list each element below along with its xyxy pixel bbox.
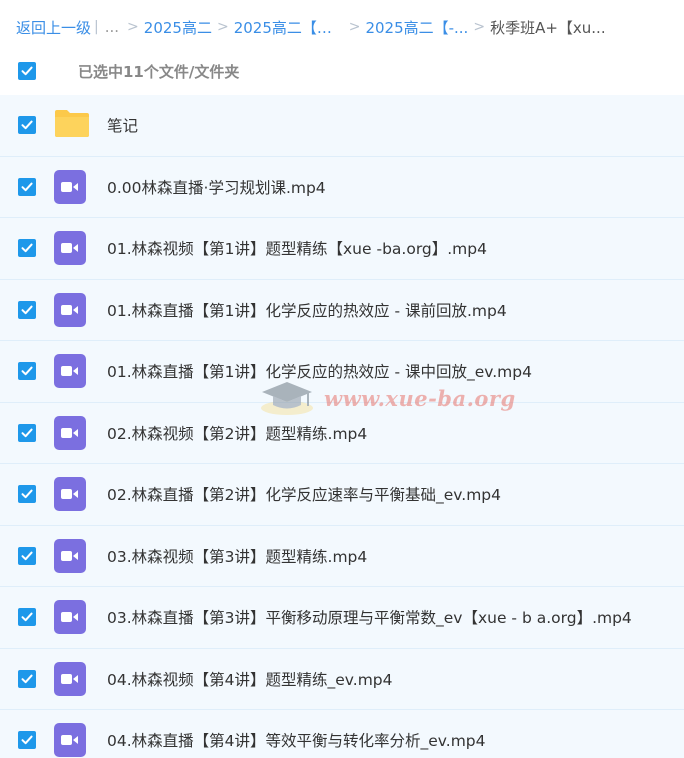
select-all-checkbox[interactable] — [18, 62, 36, 80]
file-name[interactable]: 01.林森直播【第1讲】化学反应的热效应 - 课中回放_ev.mp4 — [107, 360, 532, 382]
file-row[interactable]: 01.林森直播【第1讲】化学反应的热效应 - 课前回放.mp4 — [0, 279, 684, 341]
file-row[interactable]: 03.林森视频【第3讲】题型精练.mp4 — [0, 525, 684, 587]
breadcrumb-item[interactable]: 2025高二 — [144, 17, 212, 38]
row-checkbox[interactable] — [18, 669, 36, 688]
chevron-right-icon: > — [348, 19, 361, 35]
file-row[interactable]: 01.林森视频【第1讲】题型精练【xue -ba.org】.mp4 — [0, 218, 684, 280]
file-row[interactable]: 0.00林森直播·学习规划课.mp4 — [0, 156, 684, 218]
row-checkbox[interactable] — [18, 546, 36, 565]
check-icon — [21, 735, 33, 745]
file-icon-wrap — [54, 538, 86, 573]
breadcrumb-ellipsis[interactable]: ... — [105, 18, 119, 36]
file-icon-wrap — [54, 354, 86, 389]
video-file-icon — [54, 415, 86, 450]
file-icon-wrap — [54, 477, 86, 512]
breadcrumb-item[interactable]: 2025高二【-... — [365, 17, 468, 38]
chevron-right-icon: > — [473, 19, 486, 35]
file-name[interactable]: 01.林森直播【第1讲】化学反应的热效应 - 课前回放.mp4 — [107, 299, 507, 321]
video-file-icon — [54, 600, 86, 635]
check-icon — [21, 243, 33, 253]
file-name[interactable]: 02.林森视频【第2讲】题型精练.mp4 — [107, 422, 367, 444]
video-file-icon — [54, 292, 86, 327]
folder-icon — [55, 110, 89, 138]
file-icon-wrap — [54, 231, 86, 266]
file-row[interactable]: 03.林森直播【第3讲】平衡移动原理与平衡常数_ev【xue - b a.org… — [0, 587, 684, 649]
file-row[interactable]: 02.林森视频【第2讲】题型精练.mp4 — [0, 402, 684, 464]
check-icon — [21, 612, 33, 622]
chevron-right-icon: > — [216, 19, 229, 35]
file-row[interactable]: 01.林森直播【第1讲】化学反应的热效应 - 课中回放_ev.mp4 — [0, 341, 684, 403]
chevron-right-icon: > — [127, 19, 139, 35]
check-icon — [21, 366, 33, 376]
check-icon — [21, 674, 33, 683]
file-name[interactable]: 笔记 — [107, 114, 138, 136]
file-name[interactable]: 04.林森直播【第4讲】等效平衡与转化率分析_ev.mp4 — [107, 729, 486, 751]
row-checkbox[interactable] — [18, 177, 36, 196]
row-checkbox[interactable] — [18, 116, 36, 135]
video-file-icon — [54, 661, 86, 696]
video-file-icon — [54, 723, 86, 758]
file-row[interactable]: 笔记 — [0, 95, 684, 157]
row-checkbox[interactable] — [18, 239, 36, 258]
selection-bar: 已选中11个文件/文件夹 — [0, 52, 684, 90]
file-name[interactable]: 03.林森直播【第3讲】平衡移动原理与平衡常数_ev【xue - b a.org… — [107, 606, 632, 628]
video-file-icon — [54, 477, 86, 512]
check-icon — [21, 66, 33, 76]
check-icon — [21, 305, 33, 314]
back-link[interactable]: 返回上一级 — [16, 17, 91, 38]
breadcrumb-bar: | — [94, 19, 99, 35]
row-checkbox[interactable] — [18, 485, 36, 504]
check-icon — [21, 182, 33, 191]
file-name[interactable]: 03.林森视频【第3讲】题型精练.mp4 — [107, 545, 367, 567]
file-icon-wrap — [54, 108, 90, 142]
file-name[interactable]: 0.00林森直播·学习规划课.mp4 — [107, 176, 326, 198]
file-name[interactable]: 01.林森视频【第1讲】题型精练【xue -ba.org】.mp4 — [107, 237, 487, 259]
row-checkbox[interactable] — [18, 731, 36, 750]
check-icon — [21, 120, 33, 130]
video-file-icon — [54, 538, 86, 573]
file-row[interactable]: 02.林森直播【第2讲】化学反应速率与平衡基础_ev.mp4 — [0, 464, 684, 526]
file-icon-wrap — [54, 415, 86, 450]
file-icon-wrap — [54, 169, 86, 204]
check-icon — [21, 489, 33, 499]
file-icon-wrap — [54, 292, 86, 327]
row-checkbox[interactable] — [18, 608, 36, 627]
selection-count-text: 已选中11个文件/文件夹 — [78, 62, 240, 81]
video-file-icon — [54, 354, 86, 389]
file-row[interactable]: 04.林森视频【第4讲】题型精练_ev.mp4 — [0, 648, 684, 710]
check-icon — [21, 551, 33, 560]
breadcrumb-current: 秋季班A+【xu... — [490, 18, 606, 37]
breadcrumb: 返回上一级 | ... > 2025高二 > 2025高二【化... > 202… — [16, 16, 676, 38]
file-list: 笔记 0.00林森直播·学习规划课.mp4 01.林森视频【第1讲】题型精练【xue… — [0, 95, 684, 758]
row-checkbox[interactable] — [18, 300, 36, 319]
breadcrumb-item[interactable]: 2025高二【化... — [234, 17, 344, 38]
check-icon — [21, 428, 33, 437]
video-file-icon — [54, 169, 86, 204]
file-row[interactable]: 04.林森直播【第4讲】等效平衡与转化率分析_ev.mp4 — [0, 710, 684, 758]
file-name[interactable]: 02.林森直播【第2讲】化学反应速率与平衡基础_ev.mp4 — [107, 483, 501, 505]
file-icon-wrap — [54, 661, 86, 696]
row-checkbox[interactable] — [18, 362, 36, 381]
file-icon-wrap — [54, 723, 86, 758]
file-name[interactable]: 04.林森视频【第4讲】题型精练_ev.mp4 — [107, 668, 393, 690]
row-checkbox[interactable] — [18, 423, 36, 442]
file-icon-wrap — [54, 600, 86, 635]
video-file-icon — [54, 231, 86, 266]
